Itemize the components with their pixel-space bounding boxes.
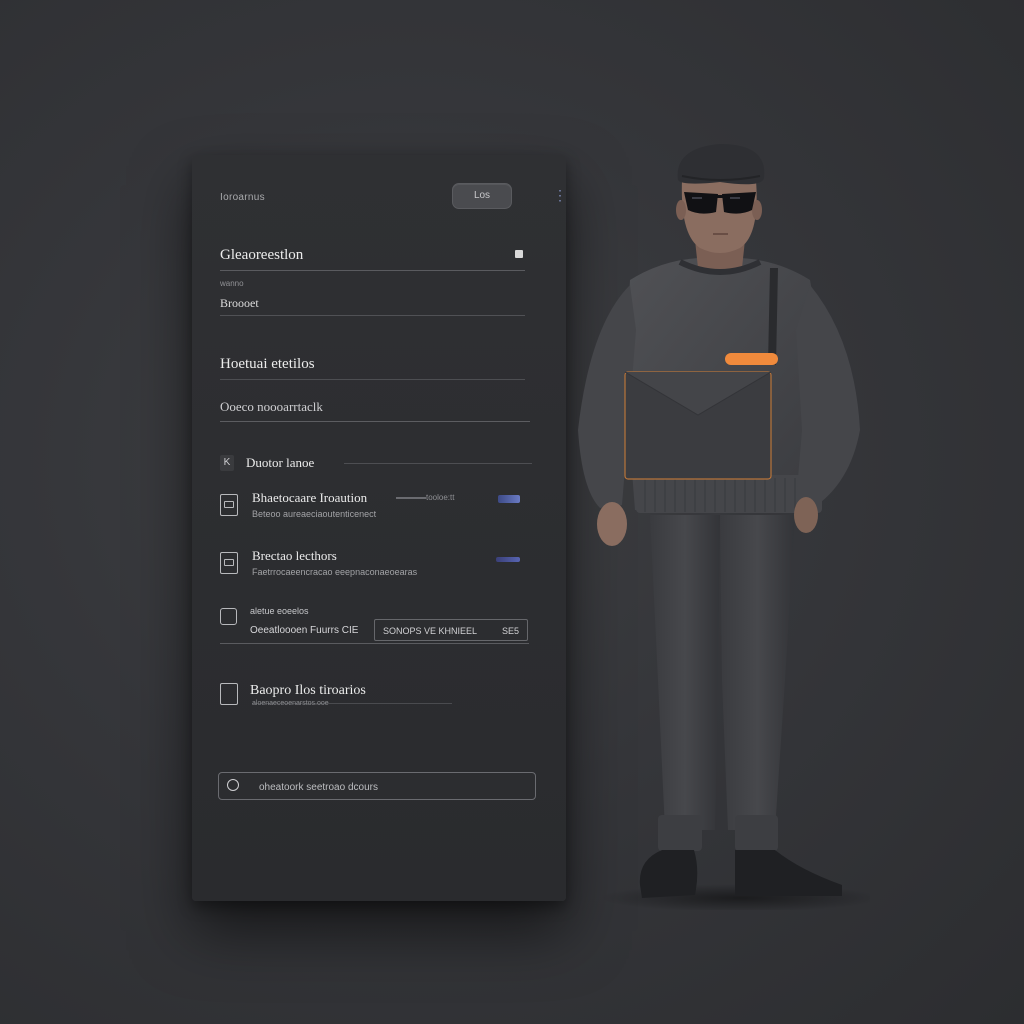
- status-badge: [498, 495, 520, 503]
- split-row-select-text: SONOPS VE KHNIEEL: [383, 626, 478, 636]
- document-icon: [220, 494, 238, 516]
- list-heading: K Duotor lanoe: [220, 455, 532, 471]
- divider: [344, 463, 532, 464]
- status-badge: [496, 557, 520, 562]
- list-heading-label: Duotor lanoe: [246, 455, 315, 470]
- list-item-title: Brectao lecthors: [252, 548, 337, 563]
- section-input[interactable]: Ooeco noooarrtaclk: [220, 399, 530, 422]
- list-item-title: Bhaetocaare Iroaution: [252, 490, 368, 505]
- edit-icon: [220, 683, 238, 705]
- header-pill-button[interactable]: Los: [452, 183, 512, 209]
- list-item-subtitle: Beteoo aureaeciaoutenticenect: [252, 509, 377, 519]
- bottom-list-item[interactable]: Baopro Ilos tiroarios aloenaeceoenarstos…: [220, 683, 530, 709]
- document-icon: [220, 552, 238, 574]
- list-heading-chip: K: [220, 455, 234, 471]
- search-icon: [227, 779, 239, 791]
- panel-header: Ioroarnus Los ⋮: [220, 183, 567, 213]
- form-panel: Ioroarnus Los ⋮ Gleaoreestlon wanno Broo…: [192, 155, 567, 901]
- character-illustration: [578, 144, 870, 910]
- text-field[interactable]: Broooet: [220, 296, 525, 316]
- list-item-subtitle: Faetrrocaeencracao eeepnaconaeoearas: [252, 567, 418, 577]
- bottom-item-title: Baopro Ilos tiroarios: [250, 683, 366, 698]
- title-field[interactable]: Gleaoreestlon: [220, 247, 525, 271]
- split-row-label: aletue eoeelos: [250, 606, 309, 616]
- split-row-select-code: SE5: [501, 626, 519, 636]
- panel-caption: Ioroarnus: [220, 192, 265, 203]
- split-row-left-text[interactable]: Oeeatloooen Fuurrs CIE: [250, 625, 358, 636]
- list-item-meta: tooloe:tt: [426, 493, 455, 502]
- kebab-icon[interactable]: ⋮: [553, 185, 567, 205]
- bottom-item-subtitle: aloenaeceoenarstos.ooe: [252, 700, 329, 707]
- title-field-text: Gleaoreestlon: [220, 247, 304, 263]
- section-heading: Hoetuai etetilos: [220, 356, 525, 380]
- search-box[interactable]: [218, 772, 536, 800]
- split-row-bar: Oeeatloooen Fuurrs CIE SONOPS VE KHNIEEL…: [220, 619, 529, 644]
- field-marker-icon: [515, 250, 523, 258]
- search-input[interactable]: [257, 778, 521, 796]
- divider: [396, 497, 426, 499]
- split-row: aletue eoeelos Oeeatloooen Fuurrs CIE SO…: [220, 606, 530, 652]
- split-row-select[interactable]: SONOPS VE KHNIEEL SE5: [374, 619, 528, 641]
- field-label: wanno: [220, 279, 244, 288]
